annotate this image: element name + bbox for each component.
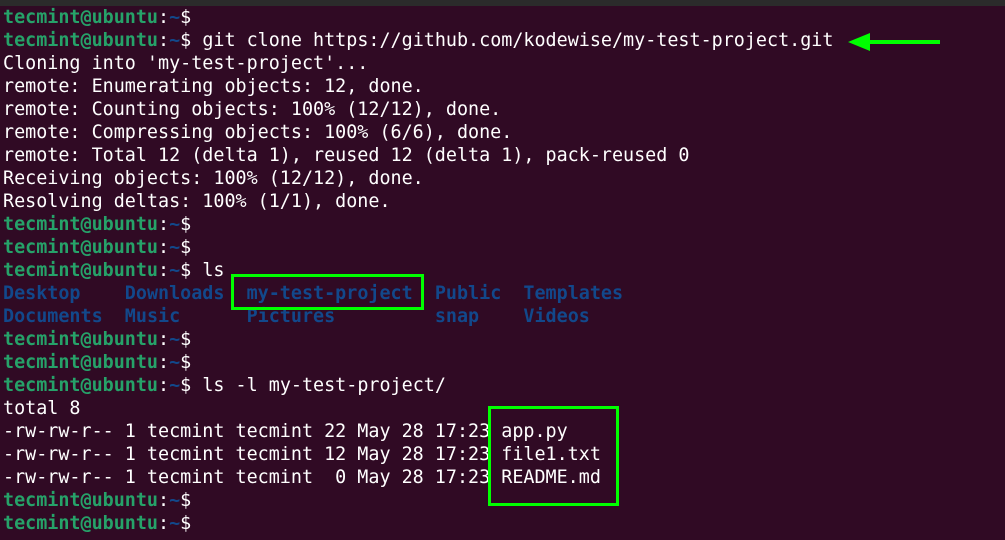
prompt-path: ~ bbox=[169, 30, 181, 51]
output-line: Cloning into 'my-test-project'... bbox=[3, 52, 833, 75]
prompt-path: ~ bbox=[169, 375, 181, 396]
prompt-dollar: $ bbox=[180, 7, 192, 28]
output-text: Cloning into 'my-test-project'... bbox=[3, 53, 369, 74]
directory-entry: Documents bbox=[3, 306, 125, 327]
output-text: Resolving deltas: 100% (1/1), done. bbox=[3, 191, 391, 212]
directory-entry: Desktop bbox=[3, 283, 125, 304]
output-text: total 8 bbox=[3, 398, 81, 419]
prompt-colon: : bbox=[158, 375, 170, 396]
prompt-line: tecmint@ubuntu:~$ bbox=[3, 213, 833, 236]
command-text: git clone https://github.com/kodewise/my… bbox=[191, 30, 834, 51]
output-line: total 8 bbox=[3, 397, 833, 420]
directory-entry: Music bbox=[124, 306, 247, 327]
output-line: -rw-rw-r-- 1 tecmint tecmint 0 May 28 17… bbox=[3, 466, 833, 489]
output-text: Receiving objects: 100% (12/12), done. bbox=[3, 168, 424, 189]
prompt-user: tecmint@ubuntu bbox=[3, 375, 159, 396]
prompt-path: ~ bbox=[169, 513, 181, 534]
prompt-colon: : bbox=[158, 352, 170, 373]
output-line: remote: Enumerating objects: 12, done. bbox=[3, 75, 833, 98]
prompt-colon: : bbox=[158, 513, 170, 534]
prompt-dollar: $ bbox=[180, 329, 192, 350]
output-text: remote: Compressing objects: 100% (6/6),… bbox=[3, 122, 513, 143]
prompt-line: tecmint@ubuntu:~$ git clone https://gith… bbox=[3, 29, 833, 52]
prompt-dollar: $ bbox=[180, 375, 192, 396]
prompt-user: tecmint@ubuntu bbox=[3, 214, 159, 235]
prompt-dollar: $ bbox=[180, 352, 192, 373]
command-text: ls bbox=[191, 260, 225, 281]
prompt-user: tecmint@ubuntu bbox=[3, 329, 159, 350]
output-text: remote: Enumerating objects: 12, done. bbox=[3, 76, 424, 97]
output-line: -rw-rw-r-- 1 tecmint tecmint 22 May 28 1… bbox=[3, 420, 833, 443]
prompt-path: ~ bbox=[169, 329, 181, 350]
prompt-colon: : bbox=[158, 237, 170, 258]
prompt-line: tecmint@ubuntu:~$ bbox=[3, 512, 833, 535]
directory-entry: snap bbox=[434, 306, 524, 327]
prompt-colon: : bbox=[158, 7, 170, 28]
output-line: -rw-rw-r-- 1 tecmint tecmint 12 May 28 1… bbox=[3, 443, 833, 466]
prompt-path: ~ bbox=[169, 490, 181, 511]
prompt-path: ~ bbox=[169, 237, 181, 258]
prompt-line: tecmint@ubuntu:~$ bbox=[3, 351, 833, 374]
output-line: Resolving deltas: 100% (1/1), done. bbox=[3, 190, 833, 213]
output-line: remote: Total 12 (delta 1), reused 12 (d… bbox=[3, 144, 833, 167]
prompt-user: tecmint@ubuntu bbox=[3, 237, 159, 258]
highlight-box-cloned-folder bbox=[231, 274, 424, 310]
prompt-user: tecmint@ubuntu bbox=[3, 30, 159, 51]
prompt-colon: : bbox=[158, 260, 170, 281]
arrow-left-icon bbox=[848, 33, 940, 51]
directory-entry: Templates bbox=[523, 283, 624, 304]
prompt-user: tecmint@ubuntu bbox=[3, 7, 159, 28]
prompt-colon: : bbox=[158, 30, 170, 51]
prompt-dollar: $ bbox=[180, 260, 192, 281]
prompt-colon: : bbox=[158, 214, 170, 235]
prompt-dollar: $ bbox=[180, 214, 192, 235]
directory-entry: Videos bbox=[523, 306, 590, 327]
highlight-box-project-files bbox=[488, 406, 619, 506]
command-text: ls -l my-test-project/ bbox=[191, 375, 446, 396]
output-line: remote: Compressing objects: 100% (6/6),… bbox=[3, 121, 833, 144]
output-text: remote: Counting objects: 100% (12/12), … bbox=[3, 99, 502, 120]
output-line: remote: Counting objects: 100% (12/12), … bbox=[3, 98, 833, 121]
prompt-dollar: $ bbox=[180, 513, 192, 534]
prompt-path: ~ bbox=[169, 7, 181, 28]
prompt-dollar: $ bbox=[180, 30, 192, 51]
prompt-user: tecmint@ubuntu bbox=[3, 260, 159, 281]
output-text: remote: Total 12 (delta 1), reused 12 (d… bbox=[3, 145, 690, 166]
prompt-path: ~ bbox=[169, 260, 181, 281]
prompt-dollar: $ bbox=[180, 237, 192, 258]
prompt-colon: : bbox=[158, 490, 170, 511]
prompt-path: ~ bbox=[169, 214, 181, 235]
prompt-user: tecmint@ubuntu bbox=[3, 513, 159, 534]
prompt-dollar: $ bbox=[180, 490, 192, 511]
output-line: Receiving objects: 100% (12/12), done. bbox=[3, 167, 833, 190]
terminal-output[interactable]: tecmint@ubuntu:~$ tecmint@ubuntu:~$ git c… bbox=[3, 6, 833, 535]
directory-entry: Public bbox=[434, 283, 524, 304]
prompt-line: tecmint@ubuntu:~$ bbox=[3, 328, 833, 351]
output-text: -rw-rw-r-- 1 tecmint tecmint 22 May 28 1… bbox=[3, 421, 568, 442]
prompt-line: tecmint@ubuntu:~$ ls -l my-test-project/ bbox=[3, 374, 833, 397]
prompt-user: tecmint@ubuntu bbox=[3, 490, 159, 511]
prompt-user: tecmint@ubuntu bbox=[3, 352, 159, 373]
prompt-line: tecmint@ubuntu:~$ bbox=[3, 6, 833, 29]
directory-entry: Downloads bbox=[124, 283, 247, 304]
prompt-colon: : bbox=[158, 329, 170, 350]
prompt-line: tecmint@ubuntu:~$ bbox=[3, 489, 833, 512]
prompt-path: ~ bbox=[169, 352, 181, 373]
prompt-line: tecmint@ubuntu:~$ bbox=[3, 236, 833, 259]
